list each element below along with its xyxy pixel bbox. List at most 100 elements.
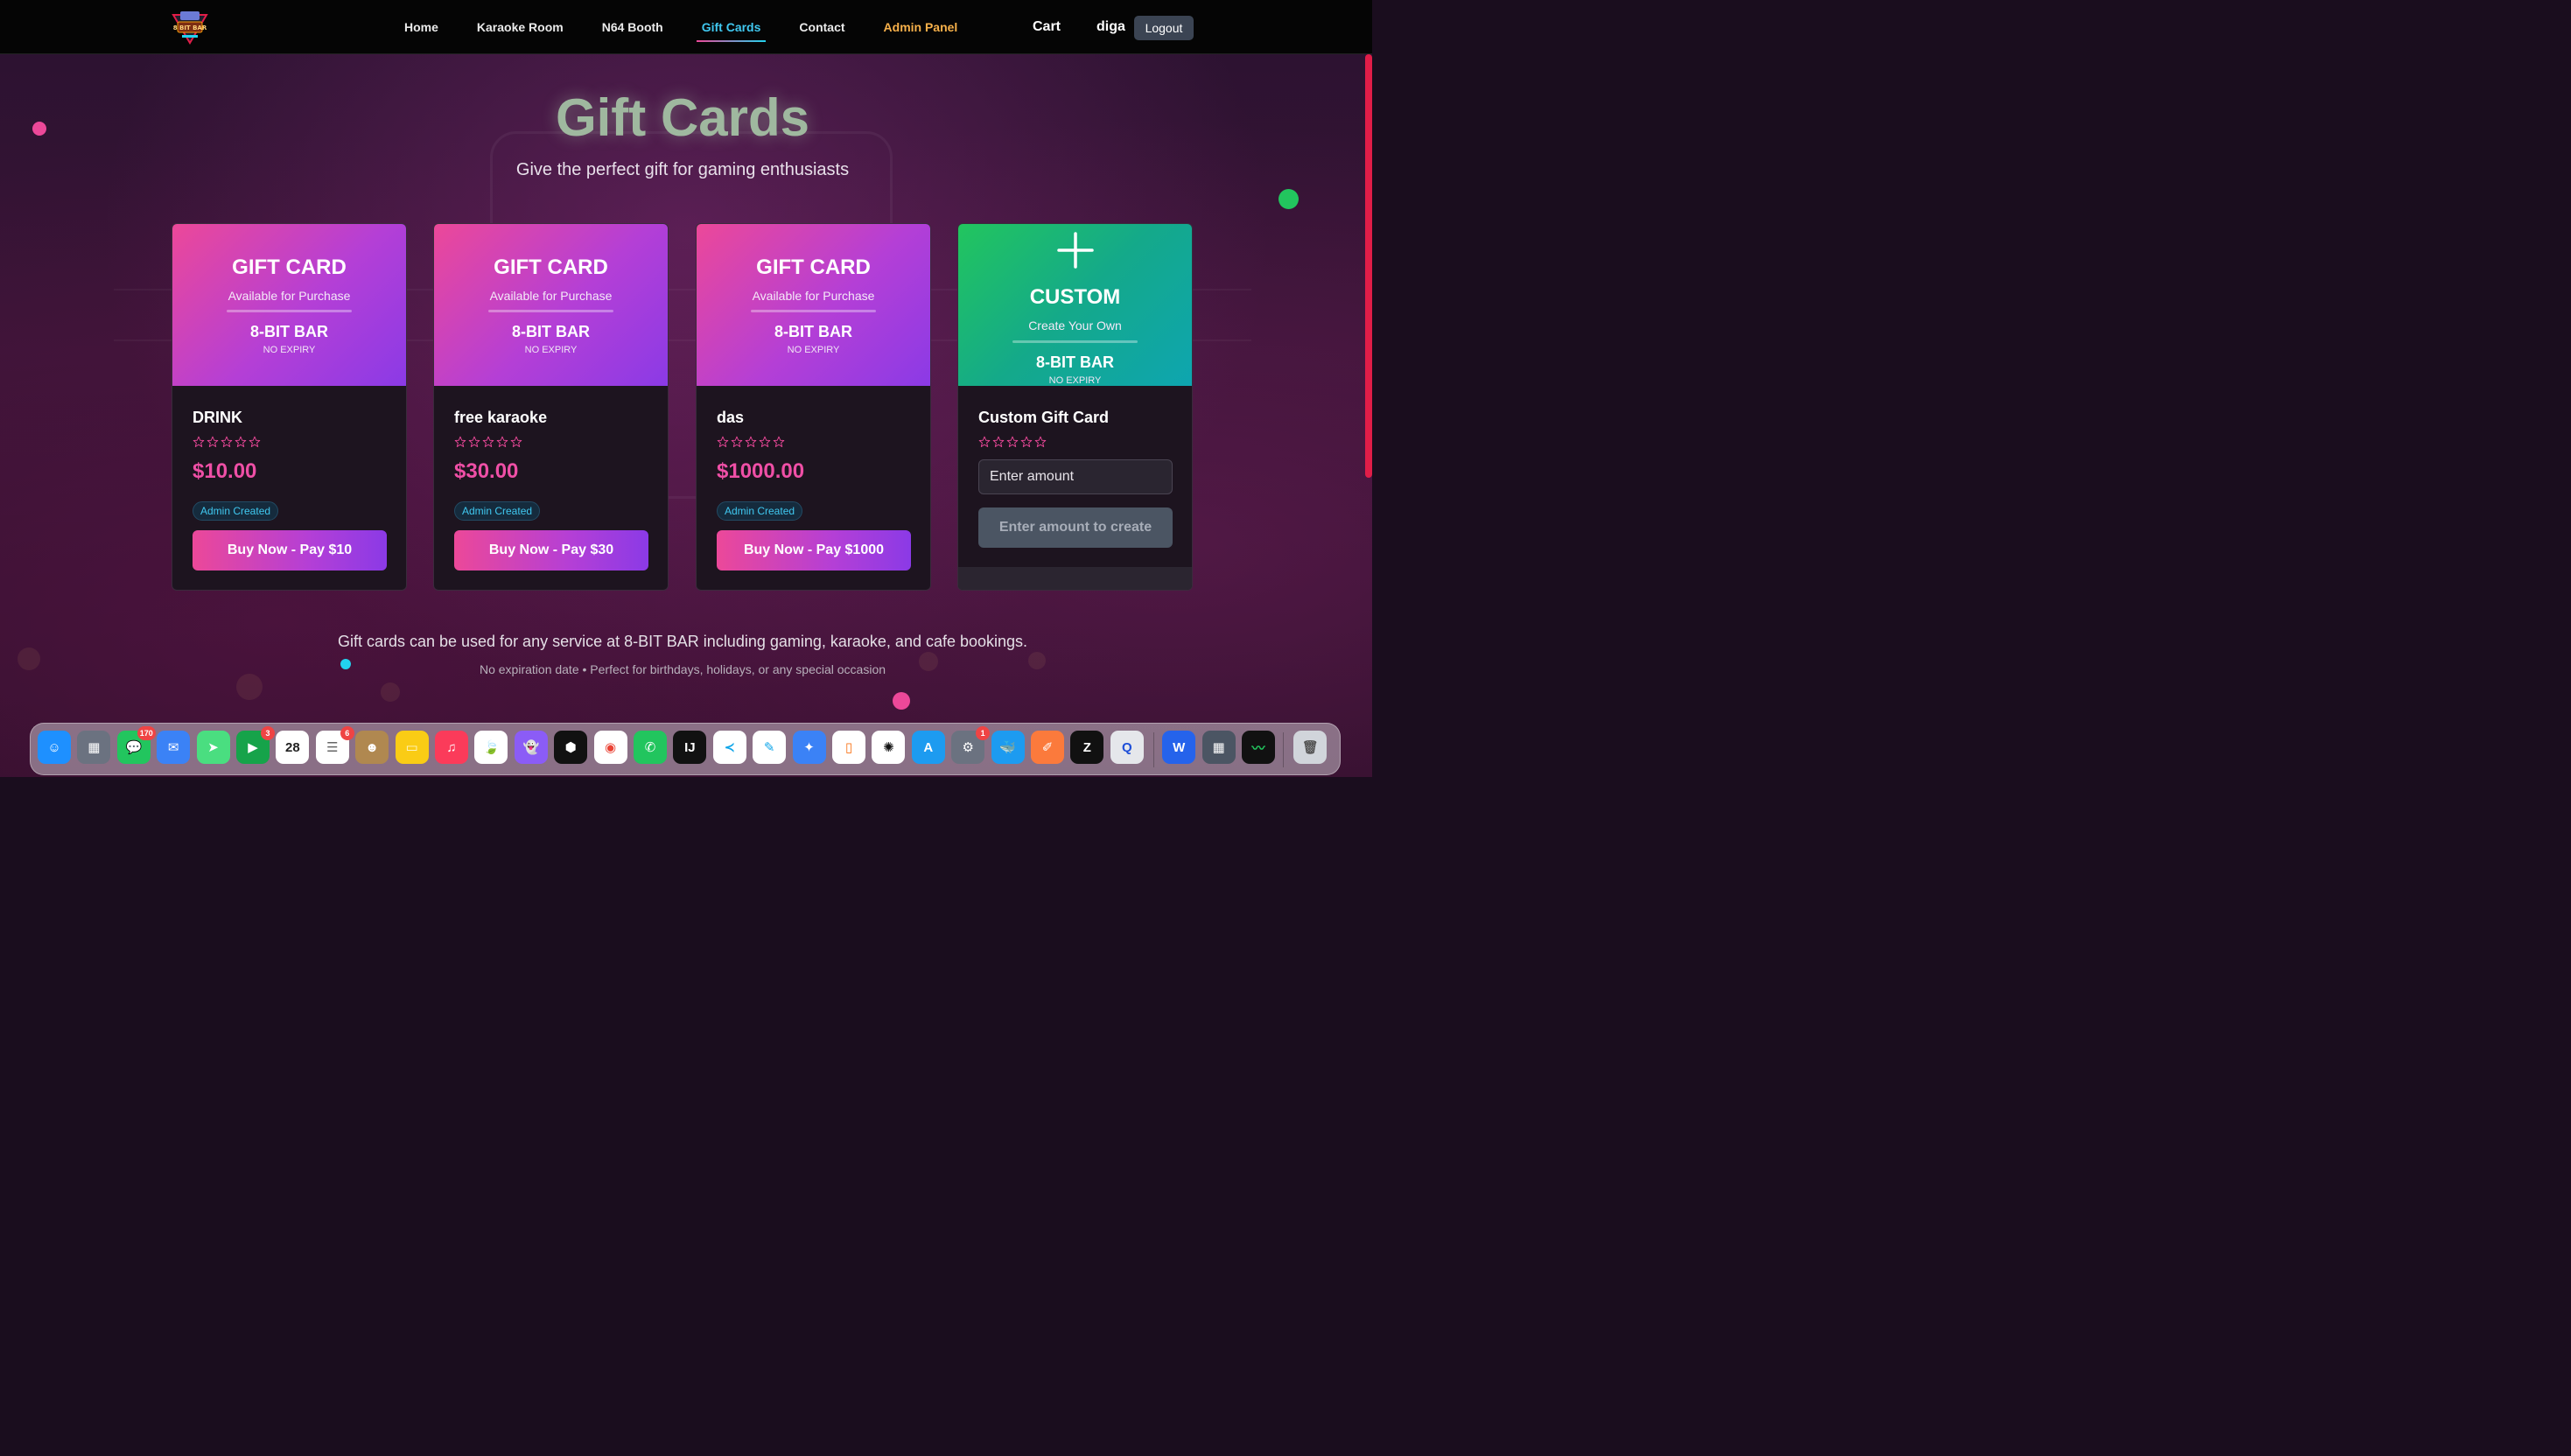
amount-input[interactable]: [978, 459, 1173, 494]
dock-icon-glyph: Z: [1082, 739, 1091, 755]
card-header-subtitle: Create Your Own: [1028, 318, 1122, 332]
star-rating[interactable]: [193, 436, 261, 448]
page-scrollbar[interactable]: [1365, 54, 1372, 478]
simulator-icon[interactable]: ▯: [832, 731, 865, 764]
gift-card-header: GIFT CARD Available for Purchase 8-BIT B…: [697, 224, 930, 386]
launchpad-icon[interactable]: ▦: [77, 731, 111, 764]
star-outline-icon[interactable]: [1020, 436, 1033, 448]
star-outline-icon[interactable]: [992, 436, 1005, 448]
star-outline-icon[interactable]: [468, 436, 480, 448]
star-rating[interactable]: [717, 436, 785, 448]
nav-gift-cards[interactable]: Gift Cards: [683, 0, 781, 54]
editor-icon[interactable]: ✎: [753, 731, 787, 764]
calendar-icon[interactable]: 28: [276, 731, 310, 764]
mail-icon[interactable]: ✉: [157, 731, 191, 764]
docker-icon[interactable]: 🐳: [991, 731, 1025, 764]
quicktime-icon[interactable]: Q: [1110, 731, 1144, 764]
card-brand: 8-BIT BAR: [512, 323, 590, 340]
page-title: Gift Cards: [555, 88, 810, 147]
star-outline-icon[interactable]: [1006, 436, 1019, 448]
star-outline-icon[interactable]: [1034, 436, 1047, 448]
contacts-icon[interactable]: ☻: [355, 731, 389, 764]
card-expiry: NO EXPIRY: [787, 345, 840, 355]
star-outline-icon[interactable]: [249, 436, 261, 448]
nav-contact[interactable]: Contact: [780, 0, 864, 54]
dock-icon-glyph: ✐: [1041, 740, 1054, 755]
mongodb-icon[interactable]: 🍃: [474, 731, 508, 764]
intellij-icon[interactable]: IJ: [673, 731, 707, 764]
activity-monitor-icon[interactable]: 〰: [1242, 731, 1275, 764]
create-custom-card-button[interactable]: Enter amount to create: [978, 508, 1173, 548]
nav-karaoke-room[interactable]: Karaoke Room: [458, 0, 583, 54]
divider: [227, 310, 352, 312]
star-outline-icon[interactable]: [193, 436, 205, 448]
chrome-icon[interactable]: ◉: [593, 731, 627, 764]
plus-icon: [1057, 232, 1094, 269]
dock-icon-glyph: 〰: [1251, 740, 1265, 756]
dock-icon-glyph: ≺: [724, 740, 736, 755]
gift-card-header: CUSTOM Create Your Own 8-BIT BAR NO EXPI…: [958, 224, 1192, 386]
star-outline-icon[interactable]: [235, 436, 247, 448]
bokeh-light: [236, 674, 263, 700]
admin-created-badge: Admin Created: [717, 501, 803, 521]
nav-cart[interactable]: Cart: [1033, 0, 1061, 54]
messages-icon[interactable]: 💬 170: [116, 726, 156, 764]
postman-icon[interactable]: ✐: [1031, 731, 1064, 764]
star-outline-icon[interactable]: [510, 436, 522, 448]
settings-icon[interactable]: ⚙ 1: [951, 726, 991, 764]
finder-icon[interactable]: ☺: [38, 731, 71, 764]
card-name: das: [717, 409, 745, 426]
dock-icon-glyph: ✉: [167, 740, 179, 755]
star-outline-icon[interactable]: [496, 436, 508, 448]
star-outline-icon[interactable]: [731, 436, 743, 448]
star-rating[interactable]: [978, 436, 1047, 448]
gift-card-header: GIFT CARD Available for Purchase 8-BIT B…: [172, 224, 406, 386]
star-rating[interactable]: [454, 436, 522, 448]
star-outline-icon[interactable]: [221, 436, 233, 448]
word-icon[interactable]: W: [1162, 731, 1196, 764]
reminders-icon[interactable]: ☰ 6: [315, 726, 354, 764]
appstore-icon[interactable]: A: [911, 731, 945, 764]
dock-icon-glyph: 💬: [125, 740, 143, 755]
maps-icon[interactable]: ➤: [196, 731, 230, 764]
zed-icon[interactable]: Z: [1070, 731, 1104, 764]
trash-icon[interactable]: 🗑: [1293, 731, 1328, 764]
chatgpt-icon[interactable]: ✺: [872, 731, 906, 764]
dock-icon-glyph: 🗑: [1301, 740, 1319, 755]
whatsapp-icon[interactable]: ✆: [634, 731, 667, 764]
notes-icon[interactable]: ▭: [395, 731, 429, 764]
buy-now-button[interactable]: Buy Now - Pay $10: [193, 530, 387, 570]
star-outline-icon[interactable]: [482, 436, 494, 448]
star-outline-icon[interactable]: [773, 436, 785, 448]
decor-dot: [32, 122, 46, 136]
star-outline-icon[interactable]: [745, 436, 757, 448]
nav-n64-booth[interactable]: N64 Booth: [583, 0, 683, 54]
star-outline-icon[interactable]: [207, 436, 219, 448]
card-brand: 8-BIT BAR: [1036, 354, 1114, 371]
divider: [488, 310, 613, 312]
vscode-icon[interactable]: ≺: [712, 731, 746, 764]
calculator-icon[interactable]: ▦: [1201, 731, 1236, 764]
notification-badge: 3: [261, 726, 275, 740]
box-icon[interactable]: ⬢: [554, 731, 588, 764]
page: 8 BIT BAR Home Karaoke Room N64 Booth Gi…: [0, 0, 1372, 777]
page-subtitle: Give the perfect gift for gaming enthusi…: [515, 160, 850, 179]
star-outline-icon[interactable]: [717, 436, 729, 448]
star-outline-icon[interactable]: [454, 436, 466, 448]
buy-now-button[interactable]: Buy Now - Pay $30: [454, 530, 648, 570]
buy-now-button[interactable]: Buy Now - Pay $1000: [717, 530, 911, 570]
bar-logo[interactable]: 8 BIT BAR: [172, 10, 208, 45]
star-outline-icon[interactable]: [759, 436, 771, 448]
nav-admin-panel[interactable]: Admin Panel: [865, 0, 977, 54]
star-outline-icon[interactable]: [978, 436, 991, 448]
facetime-icon[interactable]: ▶ 3: [236, 726, 275, 764]
nav-home[interactable]: Home: [385, 0, 458, 54]
logout-button[interactable]: Logout: [1134, 16, 1194, 40]
ghost-icon[interactable]: 👻: [514, 731, 548, 764]
safari-icon[interactable]: ✦: [792, 731, 826, 764]
dock-icon-glyph: 👻: [522, 740, 540, 755]
dock-icon-glyph: 🐳: [999, 740, 1016, 755]
dock-icon-glyph: ➤: [207, 740, 219, 755]
bokeh-light: [381, 682, 400, 702]
music-icon[interactable]: ♫: [435, 731, 468, 764]
